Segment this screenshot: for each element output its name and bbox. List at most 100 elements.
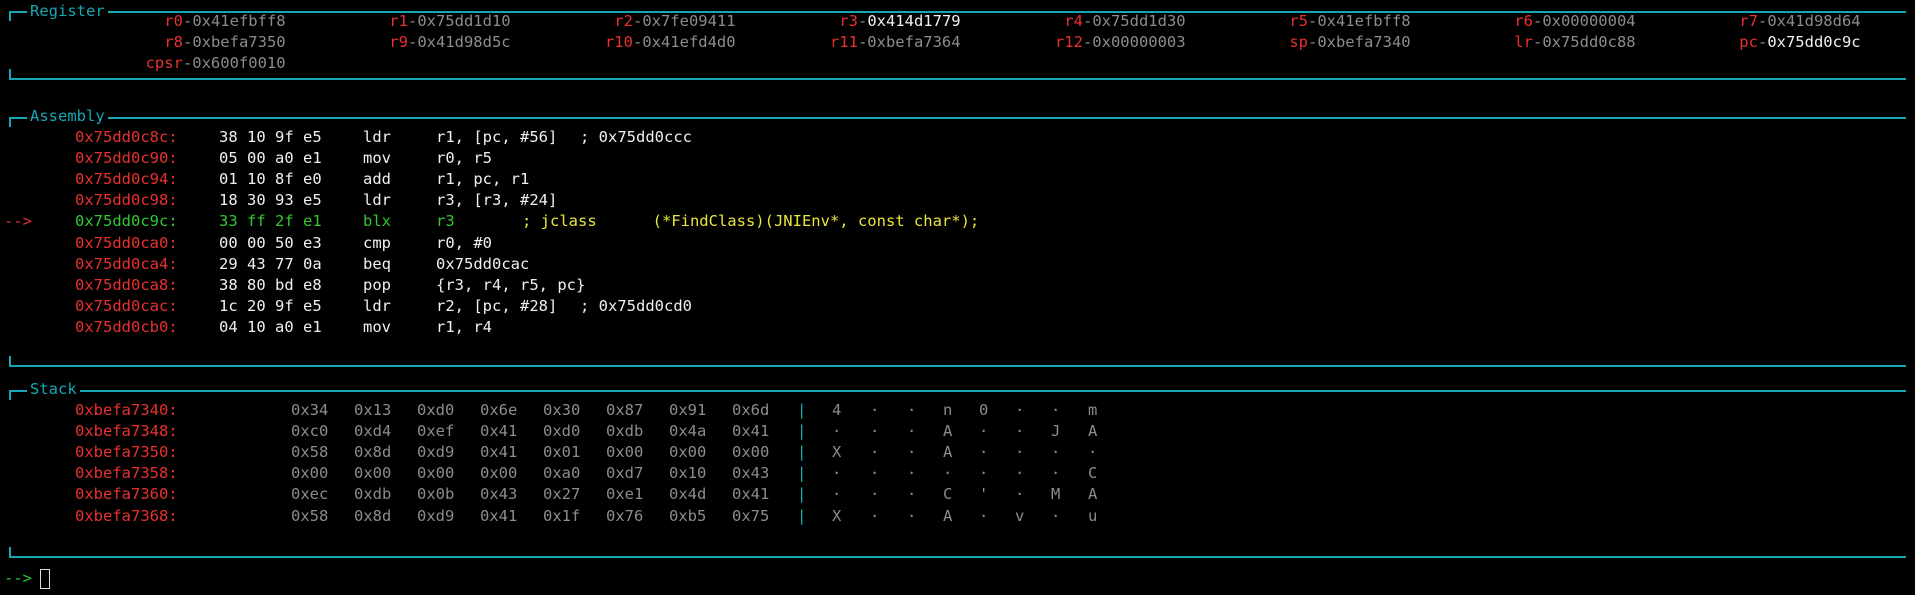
register-value: 0x41efbff8 <box>192 12 286 30</box>
instruction-bytes: 18 30 93 e5 <box>219 191 322 210</box>
register-r5: r5-0x41efbff8 <box>1289 11 1410 32</box>
instruction-operands: r2, [pc, #28] <box>436 296 558 315</box>
prompt-symbol: --> <box>4 569 32 587</box>
stack-byte: 0x43 <box>480 485 518 504</box>
register-name: r1 <box>389 12 408 30</box>
register-r0: r0-0x41efbff8 <box>164 11 285 32</box>
stack-byte: 0x00 <box>291 464 329 483</box>
instruction-mnemonic: ldr <box>363 296 391 315</box>
instruction-mnemonic: beq <box>363 254 391 273</box>
assembly-bottom-rule <box>9 365 1906 367</box>
stack-address: 0xbefa7358: <box>75 464 178 483</box>
stack-byte: 0x41 <box>480 506 518 525</box>
stack-address: 0xbefa7360: <box>75 485 178 504</box>
stack-ascii-char: · <box>1051 506 1061 525</box>
register-top-tick <box>9 11 11 21</box>
register-r7: r7-0x41d98d64 <box>1739 11 1860 32</box>
stack-byte: 0xd9 <box>417 506 455 525</box>
instruction-mnemonic: pop <box>363 275 391 294</box>
instruction-address: 0x75dd0cb0: <box>75 317 178 336</box>
instruction-comment: ; jclass (*FindClass)(JNIEnv*, const cha… <box>522 212 980 231</box>
register-value: 0x600f0010 <box>192 54 286 72</box>
register-separator: - <box>407 12 418 30</box>
stack-separator: | <box>797 485 807 504</box>
stack-title: Stack <box>27 379 80 399</box>
stack-ascii-char: X <box>832 506 842 525</box>
instruction-operands: r0, r5 <box>436 149 492 168</box>
register-name: r2 <box>614 12 633 30</box>
stack-byte: 0x00 <box>732 443 770 462</box>
stack-byte: 0xef <box>417 422 455 441</box>
stack-byte: 0x91 <box>669 401 707 419</box>
stack-ascii-char: v <box>1015 506 1025 525</box>
stack-byte: 0xd0 <box>417 401 455 419</box>
stack-ascii-char: ' <box>979 485 989 504</box>
register-name: r4 <box>1064 12 1083 30</box>
stack-ascii-char: X <box>832 443 842 462</box>
stack-ascii-char: · <box>1088 443 1098 462</box>
register-value: 0xbefa7364 <box>867 33 961 51</box>
instruction-mnemonic: ldr <box>363 191 391 210</box>
stack-ascii-char: · <box>907 443 917 462</box>
stack-byte: 0x41 <box>480 422 518 441</box>
instruction-bytes: 01 10 8f e0 <box>219 170 322 189</box>
register-r3: r3-0x414d1779 <box>839 11 960 32</box>
instruction-mnemonic: ldr <box>363 128 391 146</box>
register-name: r9 <box>389 33 408 51</box>
text-cursor[interactable] <box>40 569 50 589</box>
instruction-address: 0x75dd0c9c: <box>75 212 178 231</box>
stack-ascii-char: · <box>943 464 953 483</box>
stack-byte: 0xb5 <box>669 506 707 525</box>
stack-top-rule <box>9 390 1906 392</box>
stack-ascii-char: · <box>1015 485 1025 504</box>
register-value: 0x75dd1d10 <box>417 12 511 30</box>
stack-ascii-char: · <box>979 422 989 441</box>
instruction-operands: r1, [pc, #56] <box>436 128 558 146</box>
stack-ascii-char: · <box>832 485 842 504</box>
stack-byte: 0xd0 <box>543 422 581 441</box>
register-cpsr: cpsr-0x600f0010 <box>146 53 286 74</box>
stack-ascii-char: u <box>1088 506 1098 525</box>
register-separator: - <box>1757 33 1768 51</box>
instruction-address: 0x75dd0c98: <box>75 191 178 210</box>
register-name: r8 <box>164 33 183 51</box>
stack-ascii-char: · <box>870 506 880 525</box>
instruction-bytes: 00 00 50 e3 <box>219 233 322 252</box>
register-name: r6 <box>1514 12 1533 30</box>
stack-byte: 0xc0 <box>291 422 329 441</box>
stack-byte: 0x10 <box>669 464 707 483</box>
register-value: 0x75dd1d30 <box>1092 12 1186 30</box>
stack-address: 0xbefa7348: <box>75 422 178 441</box>
stack-ascii-char: · <box>1015 464 1025 483</box>
stack-bottom-rule <box>9 556 1906 558</box>
assembly-top-tick <box>9 117 11 127</box>
assembly-top-rule <box>9 117 1906 119</box>
stack-byte: 0x27 <box>543 485 581 504</box>
stack-byte: 0x58 <box>291 443 329 462</box>
stack-byte: 0xd7 <box>606 464 644 483</box>
register-separator: - <box>1082 33 1093 51</box>
register-sp: sp-0xbefa7340 <box>1289 32 1410 53</box>
register-name: lr <box>1514 33 1533 51</box>
register-value: 0x00000003 <box>1092 33 1186 51</box>
register-value: 0x41efbff8 <box>1317 12 1411 30</box>
stack-ascii-char: · <box>832 422 842 441</box>
stack-ascii-char: 0 <box>979 401 989 419</box>
register-bottom-rule <box>9 78 1906 80</box>
stack-separator: | <box>797 422 807 441</box>
register-value: 0x41d98d64 <box>1767 12 1861 30</box>
register-r6: r6-0x00000004 <box>1514 11 1635 32</box>
register-r12: r12-0x00000003 <box>1055 32 1186 53</box>
register-separator: - <box>182 54 193 72</box>
register-name: sp <box>1289 33 1308 51</box>
stack-ascii-char: n <box>943 401 953 419</box>
register-value: 0x75dd0c9c <box>1767 33 1861 51</box>
register-name: r5 <box>1289 12 1308 30</box>
register-separator: - <box>1082 12 1093 30</box>
stack-byte: 0x34 <box>291 401 329 419</box>
instruction-mnemonic: add <box>363 170 391 189</box>
register-r11: r11-0xbefa7364 <box>830 32 961 53</box>
assembly-bottom-tick <box>9 356 11 366</box>
instruction-address: 0x75dd0c90: <box>75 149 178 168</box>
register-pc: pc-0x75dd0c9c <box>1739 32 1860 53</box>
